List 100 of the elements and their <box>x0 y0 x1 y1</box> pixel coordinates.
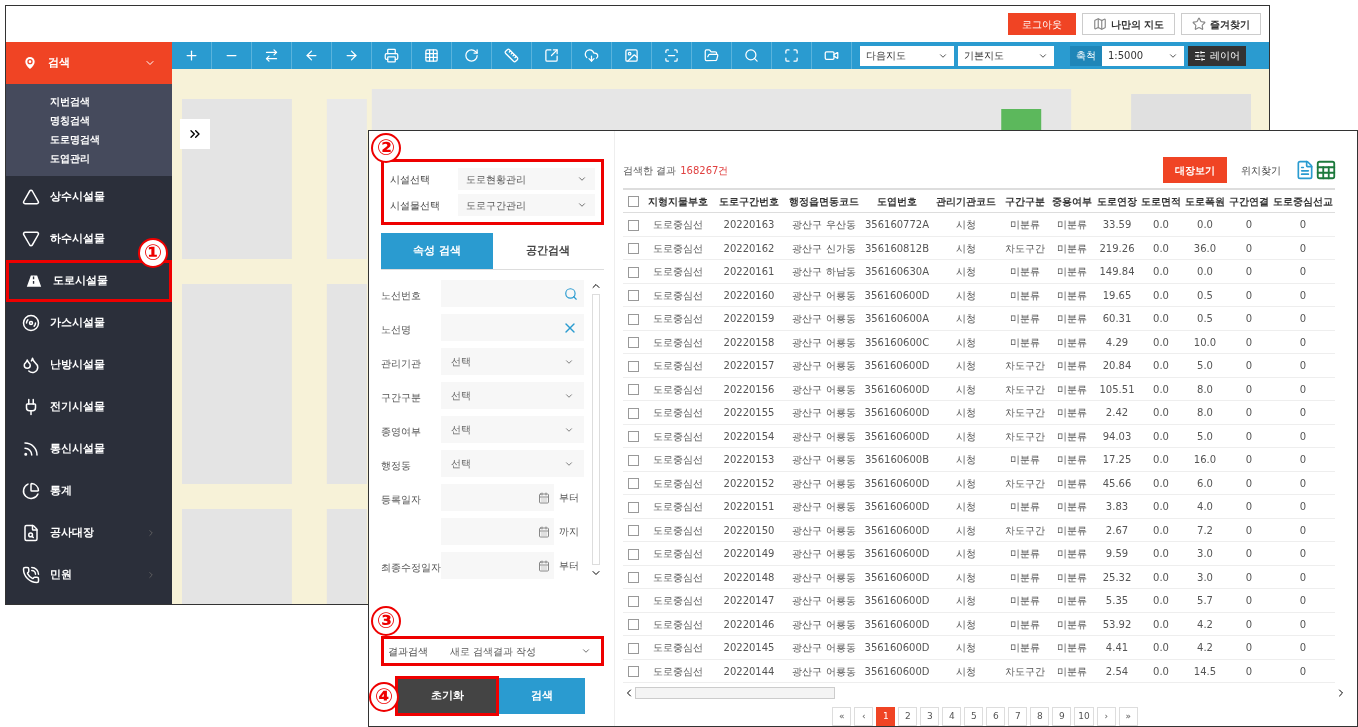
reset-button[interactable]: 초기화 <box>395 676 499 716</box>
table-cell: 0.0 <box>1139 541 1183 566</box>
page-button[interactable]: « <box>832 707 852 726</box>
scale-select[interactable]: 1:5000 <box>1102 45 1184 66</box>
row-checkbox[interactable] <box>627 337 639 349</box>
logout-button[interactable]: 로그아웃 <box>1007 13 1076 35</box>
page-button[interactable]: 10 <box>1074 707 1094 726</box>
table-cell: 미분류 <box>1001 283 1049 307</box>
page-button[interactable]: 1 <box>876 707 896 726</box>
route-name-field[interactable] <box>441 314 584 341</box>
ledger-button[interactable]: 대장보기 <box>1163 157 1227 184</box>
row-checkbox[interactable] <box>627 525 639 537</box>
page-button[interactable]: 3 <box>920 707 940 726</box>
table-cell: 17.25 <box>1095 447 1139 472</box>
page-button[interactable]: 4 <box>942 707 962 726</box>
row-checkbox[interactable] <box>627 407 639 419</box>
route-number-field[interactable] <box>441 280 584 307</box>
page-button[interactable]: › <box>1096 707 1116 726</box>
table-cell: 광산구 어룡동 <box>785 541 863 566</box>
page-button[interactable]: 7 <box>1008 707 1028 726</box>
map-type-select[interactable]: 다음지도 <box>860 45 954 66</box>
row-checkbox[interactable] <box>627 572 639 584</box>
search-submenu-item[interactable]: 지번검색 <box>6 92 172 111</box>
row-checkbox[interactable] <box>627 642 639 654</box>
page-button[interactable]: 6 <box>986 707 1006 726</box>
page-button[interactable]: 5 <box>964 707 984 726</box>
horizontal-scrollbar[interactable] <box>635 687 835 700</box>
row-checkbox[interactable] <box>627 619 639 631</box>
search-menu-header[interactable]: 검색 <box>6 42 172 84</box>
sidebar-menu-item[interactable]: 공사대장 <box>6 512 172 554</box>
dropdown-field[interactable]: 선택 <box>441 416 584 443</box>
table-cell: 0 <box>1271 635 1335 660</box>
row-checkbox[interactable] <box>627 454 639 466</box>
favorites-button[interactable]: 즐겨찾기 <box>1181 13 1261 35</box>
table-cell: 0 <box>1271 588 1335 613</box>
sidebar-menu-item[interactable]: 가스시설물 <box>6 302 172 344</box>
date-field[interactable] <box>441 518 554 545</box>
date-field[interactable] <box>441 484 554 511</box>
page-button[interactable]: ‹ <box>854 707 874 726</box>
table-cell: 356160600D <box>863 400 931 425</box>
row-checkbox[interactable] <box>627 501 639 513</box>
row-checkbox[interactable] <box>627 266 639 278</box>
page-button[interactable]: 9 <box>1052 707 1072 726</box>
page-button[interactable]: » <box>1118 707 1138 726</box>
sidebar-menu-item[interactable]: 통신시설물 <box>6 428 172 470</box>
date-field[interactable] <box>441 552 554 579</box>
result-search-select[interactable]: 새로 검색결과 작성 <box>444 640 597 662</box>
my-map-button[interactable]: 나만의 지도 <box>1081 13 1175 35</box>
search-submenu-item[interactable]: 명칭검색 <box>6 111 172 130</box>
dropdown-field[interactable]: 선택 <box>441 382 584 409</box>
expand-panel-button[interactable] <box>180 119 210 149</box>
row-checkbox[interactable] <box>627 360 639 372</box>
field-label: 노선명 <box>381 323 411 335</box>
row-checkbox[interactable] <box>627 478 639 490</box>
facility-select[interactable]: 도로구간관리 <box>458 194 595 216</box>
row-checkbox[interactable] <box>627 666 639 678</box>
table-cell: 0.0 <box>1139 306 1183 331</box>
table-cell: 0 <box>1271 518 1335 542</box>
table-cell: 20220156 <box>713 377 785 401</box>
dropdown-field[interactable]: 선택 <box>441 450 584 477</box>
search-submenu-item[interactable]: 도로명검색 <box>6 130 172 149</box>
calendar-icon <box>538 525 550 538</box>
sidebar-menu-item[interactable]: 상수시설물 <box>6 176 172 218</box>
row-checkbox[interactable] <box>627 313 639 325</box>
sidebar-menu-item[interactable]: 통계 <box>6 470 172 512</box>
base-map-select[interactable]: 기본지도 <box>958 45 1054 66</box>
table-cell: 0.0 <box>1139 353 1183 378</box>
table-cell: 20220147 <box>713 588 785 613</box>
row-checkbox[interactable] <box>627 384 639 396</box>
table-cell: 미분류 <box>1049 635 1095 660</box>
table-cell: 20220158 <box>713 330 785 354</box>
table-cell: 미분류 <box>1049 236 1095 260</box>
table-cell: 0.0 <box>1139 612 1183 636</box>
row-checkbox[interactable] <box>627 431 639 443</box>
table-cell: 33.59 <box>1095 212 1139 237</box>
calendar-icon <box>538 559 550 572</box>
row-checkbox[interactable] <box>627 219 639 231</box>
table-cell: 차도구간 <box>1001 377 1049 401</box>
table-cell: 0 <box>1271 565 1335 589</box>
table-cell: 5.0 <box>1183 424 1227 448</box>
layer-button[interactable]: 레이어 <box>1188 45 1246 66</box>
row-checkbox[interactable] <box>627 290 639 302</box>
sidebar-menu-item[interactable]: 난방시설물 <box>6 344 172 386</box>
sidebar-menu-item[interactable]: 민원 <box>6 554 172 596</box>
page-button[interactable]: 2 <box>898 707 918 726</box>
facility-select[interactable]: 도로현황관리 <box>458 168 595 190</box>
row-checkbox[interactable] <box>627 595 639 607</box>
table-cell: 미분류 <box>1001 259 1049 284</box>
page-button[interactable]: 8 <box>1030 707 1050 726</box>
table-cell: 4.29 <box>1095 330 1139 354</box>
table-cell: 20220152 <box>713 471 785 495</box>
row-checkbox[interactable] <box>627 548 639 560</box>
select-all-checkbox[interactable] <box>627 196 639 208</box>
sidebar-menu-item[interactable]: 도로시설물 <box>6 260 172 302</box>
search-submenu-item[interactable]: 도엽관리 <box>6 149 172 168</box>
dropdown-field[interactable]: 선택 <box>441 348 584 375</box>
table-cell: 0 <box>1271 541 1335 566</box>
row-checkbox[interactable] <box>627 243 639 255</box>
sidebar-menu-item[interactable]: 전기시설물 <box>6 386 172 428</box>
locate-button[interactable]: 위치찾기 <box>1227 157 1295 184</box>
